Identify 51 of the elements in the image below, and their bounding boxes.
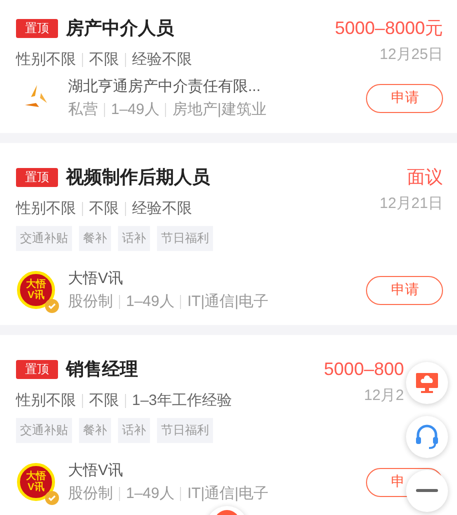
job-card[interactable]: 置顶 销售经理 5000–800 性别不限 不限 1–3年工作经验 12月2 交通补贴 餐补 话补 节日福利 大悟 V讯 大悟V讯 股份制 1–49人 IT|通信|电子 申 bbox=[0, 335, 457, 515]
pinned-tag: 置顶 bbox=[16, 18, 58, 38]
benefit-tag: 节日福利 bbox=[157, 418, 213, 443]
company-info: 房地产|建筑业 bbox=[172, 100, 266, 119]
benefit-tag: 节日福利 bbox=[157, 226, 213, 251]
company-info: 私营 bbox=[68, 100, 98, 119]
logo-text: V讯 bbox=[28, 482, 44, 493]
headset-icon bbox=[415, 424, 439, 450]
benefit-tag: 餐补 bbox=[79, 418, 111, 443]
job-title: 房产中介人员 bbox=[66, 17, 174, 40]
job-card[interactable]: 置顶 视频制作后期人员 面议 性别不限 不限 经验不限 12月21日 交通补贴 餐补 话补 节日福利 大悟 V讯 大悟V讯 股份制 1–49人 IT|通信|电子 申请 bbox=[0, 143, 457, 325]
post-date: 12月2 bbox=[364, 386, 404, 405]
salary: 面议 bbox=[407, 166, 443, 189]
benefit-tag: 餐补 bbox=[79, 226, 111, 251]
job-requirement: 性别不限 bbox=[16, 391, 76, 410]
company-info: 1–49人 bbox=[111, 100, 160, 119]
company-name: 大悟V讯 bbox=[68, 461, 124, 480]
job-requirement: 性别不限 bbox=[16, 199, 76, 218]
job-requirement: 经验不限 bbox=[132, 50, 192, 69]
benefit-tag: 话补 bbox=[118, 226, 150, 251]
pinned-tag: 置顶 bbox=[16, 360, 58, 378]
job-title: 视频制作后期人员 bbox=[66, 166, 210, 189]
company-name: 湖北亨通房产中介责任有限... bbox=[68, 77, 262, 96]
post-date: 12月25日 bbox=[380, 45, 443, 64]
job-requirement: 不限 bbox=[89, 199, 119, 218]
salary: 5000–800 bbox=[324, 358, 404, 380]
menu-icon bbox=[416, 489, 438, 493]
company-name: 大悟V讯 bbox=[68, 269, 124, 288]
logo-text: V讯 bbox=[28, 290, 44, 301]
job-card[interactable]: 置顶 房产中介人员 5000–8000元 性别不限 不限 经验不限 12月25日 湖北亨通房产中介责任有限... 私营 1–49人 房地产|建筑业 申请 bbox=[0, 0, 457, 133]
company-info: IT|通信|电子 bbox=[187, 292, 268, 311]
monitor-icon bbox=[415, 372, 439, 394]
logo-text: 大悟 bbox=[26, 279, 46, 290]
job-requirement: 1–3年工作经验 bbox=[132, 391, 232, 410]
company-info: IT|通信|电子 bbox=[187, 484, 268, 503]
company-info: 股份制 bbox=[68, 292, 113, 311]
salary: 5000–8000元 bbox=[334, 17, 443, 40]
benefit-tag: 话补 bbox=[118, 418, 150, 443]
logo-text: 大悟 bbox=[26, 471, 46, 482]
company-info: 1–49人 bbox=[126, 484, 174, 503]
job-requirement: 经验不限 bbox=[132, 199, 192, 218]
benefit-tag: 交通补贴 bbox=[16, 418, 72, 443]
company-info: 股份制 bbox=[68, 484, 113, 503]
company-info: 1–49人 bbox=[126, 292, 174, 311]
job-requirement: 性别不限 bbox=[16, 50, 76, 69]
post-date: 12月21日 bbox=[380, 194, 443, 213]
pinned-tag: 置顶 bbox=[16, 168, 58, 186]
job-requirement: 不限 bbox=[89, 391, 119, 410]
job-requirement: 不限 bbox=[89, 50, 119, 69]
benefit-tag: 交通补贴 bbox=[16, 226, 72, 251]
job-title: 销售经理 bbox=[66, 358, 138, 381]
